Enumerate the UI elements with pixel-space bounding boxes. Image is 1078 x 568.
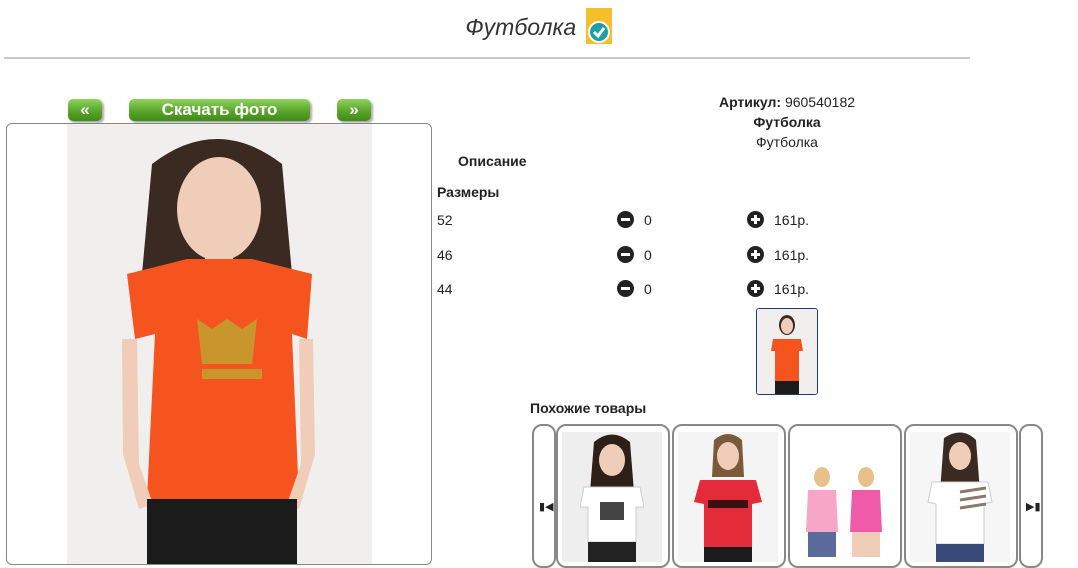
product-photo-image <box>67 124 372 564</box>
plus-circle-icon[interactable] <box>747 211 764 228</box>
similar-products-heading: Похожие товары <box>530 400 647 416</box>
similar-product-image <box>910 432 1010 562</box>
similar-product-image <box>562 432 662 562</box>
similar-product-image <box>678 432 778 562</box>
size-label: 44 <box>437 281 453 297</box>
last-page-icon: ▶▮ <box>1026 501 1041 513</box>
page-title: Футболка <box>465 13 577 40</box>
size-label: 52 <box>437 212 453 228</box>
article-line: Артикул: 960540182 <box>640 94 934 110</box>
similar-product-image <box>794 432 894 562</box>
article-value: 960540182 <box>784 94 856 110</box>
quantity-value: 0 <box>644 281 652 297</box>
minus-circle-icon[interactable] <box>617 246 634 263</box>
description-heading: Описание <box>458 153 527 169</box>
minus-circle-icon[interactable] <box>617 280 634 297</box>
product-thumbnail[interactable] <box>756 308 818 395</box>
page-header: Футболка <box>0 8 1078 46</box>
minus-circle-icon[interactable] <box>617 211 634 228</box>
verified-badge-icon <box>585 8 613 46</box>
size-price: 161р. <box>774 247 810 263</box>
first-page-icon: ▮◀ <box>539 501 554 513</box>
carousel-prev-button[interactable]: ▮◀ <box>532 424 556 568</box>
similar-product-card[interactable] <box>904 424 1018 568</box>
plus-circle-icon[interactable] <box>747 246 764 263</box>
similar-product-card[interactable] <box>556 424 670 568</box>
next-photo-button[interactable]: » <box>337 99 371 121</box>
size-row: 46 0 161р. <box>437 245 837 265</box>
header-divider <box>4 57 970 59</box>
thumbnail-image <box>757 309 817 394</box>
download-photo-button[interactable]: Скачать фото <box>129 99 310 121</box>
quantity-value: 0 <box>644 247 652 263</box>
similar-product-card[interactable] <box>672 424 786 568</box>
size-price: 161р. <box>774 281 810 297</box>
plus-circle-icon[interactable] <box>747 280 764 297</box>
carousel-next-button[interactable]: ▶▮ <box>1019 424 1043 568</box>
sizes-heading: Размеры <box>437 184 500 200</box>
size-row: 52 0 161р. <box>437 210 837 230</box>
similar-product-card[interactable] <box>788 424 902 568</box>
product-subname: Футболка <box>756 134 818 150</box>
product-name: Футболка <box>753 114 821 130</box>
size-label: 46 <box>437 247 453 263</box>
size-row: 44 0 161р. <box>437 279 837 299</box>
prev-photo-button[interactable]: « <box>68 99 102 121</box>
main-product-photo <box>6 123 432 565</box>
size-price: 161р. <box>774 212 810 228</box>
quantity-value: 0 <box>644 212 652 228</box>
article-label: Артикул: <box>718 94 782 110</box>
